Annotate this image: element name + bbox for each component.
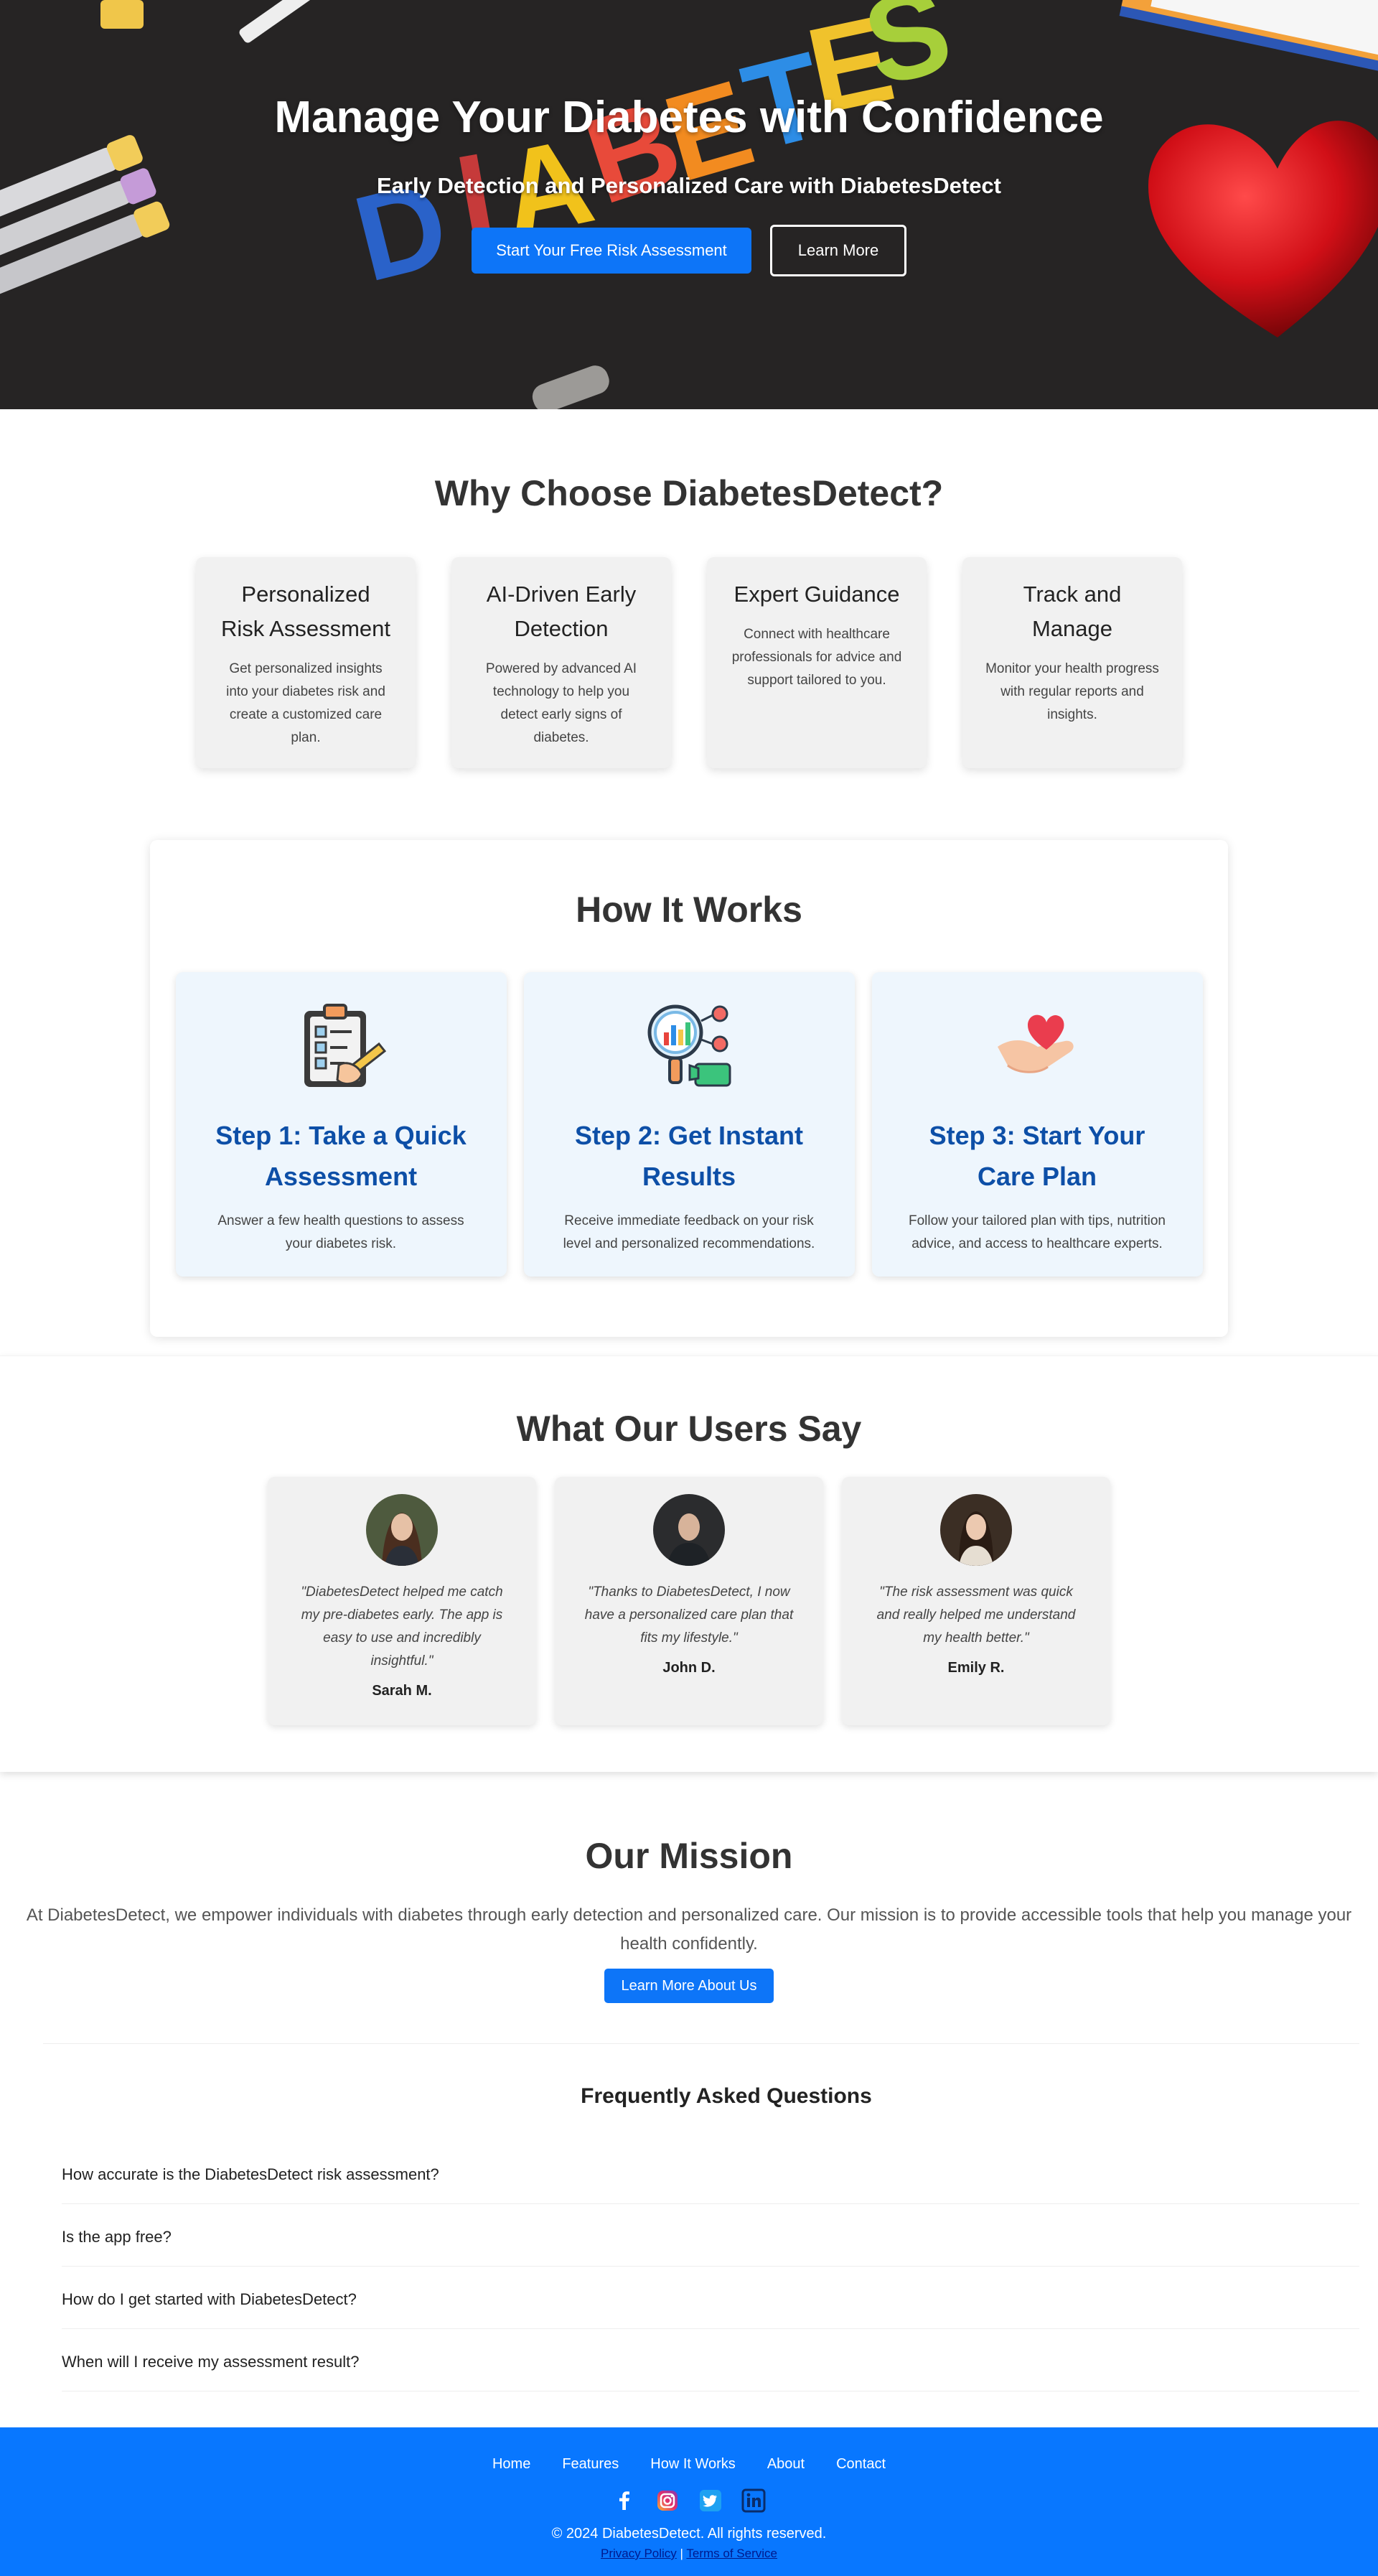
testimonial-author: Sarah M.	[372, 1683, 432, 1699]
testimonial-card: "The risk assessment was quick and reall…	[842, 1477, 1110, 1725]
footer-link-how-it-works[interactable]: How It Works	[650, 2456, 736, 2473]
feature-title: Track and Manage	[1023, 582, 1122, 641]
feature-text: Connect with healthcare professionals fo…	[731, 627, 902, 688]
testimonial-card: "DiabetesDetect helped me catch my pre-d…	[268, 1477, 536, 1725]
how-heading: How It Works	[576, 890, 802, 930]
step-card: Step 3: Start Your Care Plan Follow your…	[871, 972, 1203, 1277]
why-heading: Why Choose DiabetesDetect?	[434, 473, 944, 513]
step-text: Answer a few health questions to assess …	[217, 1213, 464, 1251]
testimonial-quote: "DiabetesDetect helped me catch my pre-d…	[301, 1585, 503, 1669]
mission-heading: Our Mission	[585, 1836, 793, 1876]
step-title: Step 1: Take a Quick Assessment	[215, 1121, 467, 1191]
feature-card: AI-Driven Early Detection Powered by adv…	[451, 557, 671, 768]
instagram-icon[interactable]	[655, 2488, 680, 2513]
step-card: Step 1: Take a Quick Assessment Answer a…	[175, 972, 507, 1277]
faq-question[interactable]: When will I receive my assessment result…	[62, 2329, 1359, 2391]
footer-link-about[interactable]: About	[767, 2456, 805, 2473]
start-assessment-button[interactable]: Start Your Free Risk Assessment	[472, 228, 751, 274]
social-links	[0, 2488, 1378, 2513]
step-text: Follow your tailored plan with tips, nut…	[908, 1213, 1166, 1251]
faq-question[interactable]: How do I get started with DiabetesDetect…	[62, 2267, 1359, 2329]
learn-more-button[interactable]: Learn More	[770, 225, 906, 276]
faq-question[interactable]: Is the app free?	[62, 2204, 1359, 2267]
feature-text: Get personalized insights into your diab…	[226, 661, 385, 745]
avatar	[940, 1494, 1012, 1566]
learn-more-about-us-button[interactable]: Learn More About Us	[604, 1969, 774, 2003]
legal-links: Privacy Policy | Terms of Service	[0, 2547, 1378, 2561]
magnifier-chart-icon	[647, 1004, 731, 1087]
privacy-policy-link[interactable]: Privacy Policy	[601, 2547, 677, 2560]
step-title: Step 2: Get Instant Results	[574, 1121, 804, 1191]
linkedin-icon[interactable]	[741, 2488, 766, 2513]
footer: Home Features How It Works About Contact…	[0, 2427, 1378, 2576]
how-it-works-section: How It Works Step 1: Take a Quick Assess…	[150, 840, 1228, 1337]
feature-title: Personalized Risk Assessment	[220, 582, 390, 641]
facebook-icon[interactable]	[612, 2488, 637, 2513]
testimonial-quote: "The risk assessment was quick and reall…	[876, 1585, 1076, 1646]
footer-link-home[interactable]: Home	[492, 2456, 530, 2473]
footer-link-contact[interactable]: Contact	[836, 2456, 886, 2473]
testimonial-author: Emily R.	[947, 1660, 1005, 1676]
hero-subtitle: Early Detection and Personalized Care wi…	[377, 173, 1001, 198]
legal-separator: |	[680, 2547, 683, 2560]
hero-title: Manage Your Diabetes with Confidence	[274, 93, 1104, 142]
hero-section: D I A B E T E S Manage Your Diabetes wit…	[0, 0, 1378, 409]
step-text: Receive immediate feedback on your risk …	[563, 1213, 815, 1251]
twitter-icon[interactable]	[698, 2488, 723, 2513]
testimonial-author: John D.	[662, 1660, 716, 1676]
testimonial-card: "Thanks to DiabetesDetect, I now have a …	[555, 1477, 823, 1725]
feature-card: Track and Manage Monitor your health pro…	[962, 557, 1182, 768]
hand-heart-icon	[998, 1014, 1074, 1073]
faq-question[interactable]: How accurate is the DiabetesDetect risk …	[62, 2142, 1359, 2204]
testimonials-section: What Our Users Say "DiabetesDetect helpe…	[0, 1355, 1378, 1772]
feature-title: Expert Guidance	[733, 582, 900, 607]
feature-card: Personalized Risk Assessment Get persona…	[196, 557, 416, 768]
mission-text: At DiabetesDetect, we empower individual…	[26, 1905, 1352, 1954]
feature-card: Expert Guidance Connect with healthcare …	[707, 557, 927, 768]
mission-section: Our Mission At DiabetesDetect, we empowe…	[0, 1772, 1378, 2003]
clipboard-checklist-icon	[304, 1004, 387, 1087]
avatar	[653, 1494, 725, 1566]
feature-title: AI-Driven Early Detection	[486, 582, 637, 641]
footer-nav: Home Features How It Works About Contact	[0, 2456, 1378, 2473]
faq-section: Frequently Asked Questions How accurate …	[43, 2043, 1359, 2391]
terms-of-service-link[interactable]: Terms of Service	[686, 2547, 777, 2560]
avatar	[366, 1494, 438, 1566]
why-choose-section: Why Choose DiabetesDetect? Personalized …	[0, 409, 1378, 768]
feature-text: Monitor your health progress with regula…	[985, 661, 1159, 722]
feature-text: Powered by advanced AI technology to hel…	[485, 661, 637, 745]
copyright-text: © 2024 DiabetesDetect. All rights reserv…	[551, 2526, 827, 2542]
step-title: Step 3: Start Your Care Plan	[929, 1121, 1145, 1191]
step-card: Step 2: Get Instant Results Receive imme…	[523, 972, 855, 1277]
testimonial-quote: "Thanks to DiabetesDetect, I now have a …	[584, 1585, 794, 1646]
testimonials-heading: What Our Users Say	[516, 1409, 862, 1449]
footer-link-features[interactable]: Features	[562, 2456, 619, 2473]
faq-heading: Frequently Asked Questions	[581, 2084, 872, 2108]
